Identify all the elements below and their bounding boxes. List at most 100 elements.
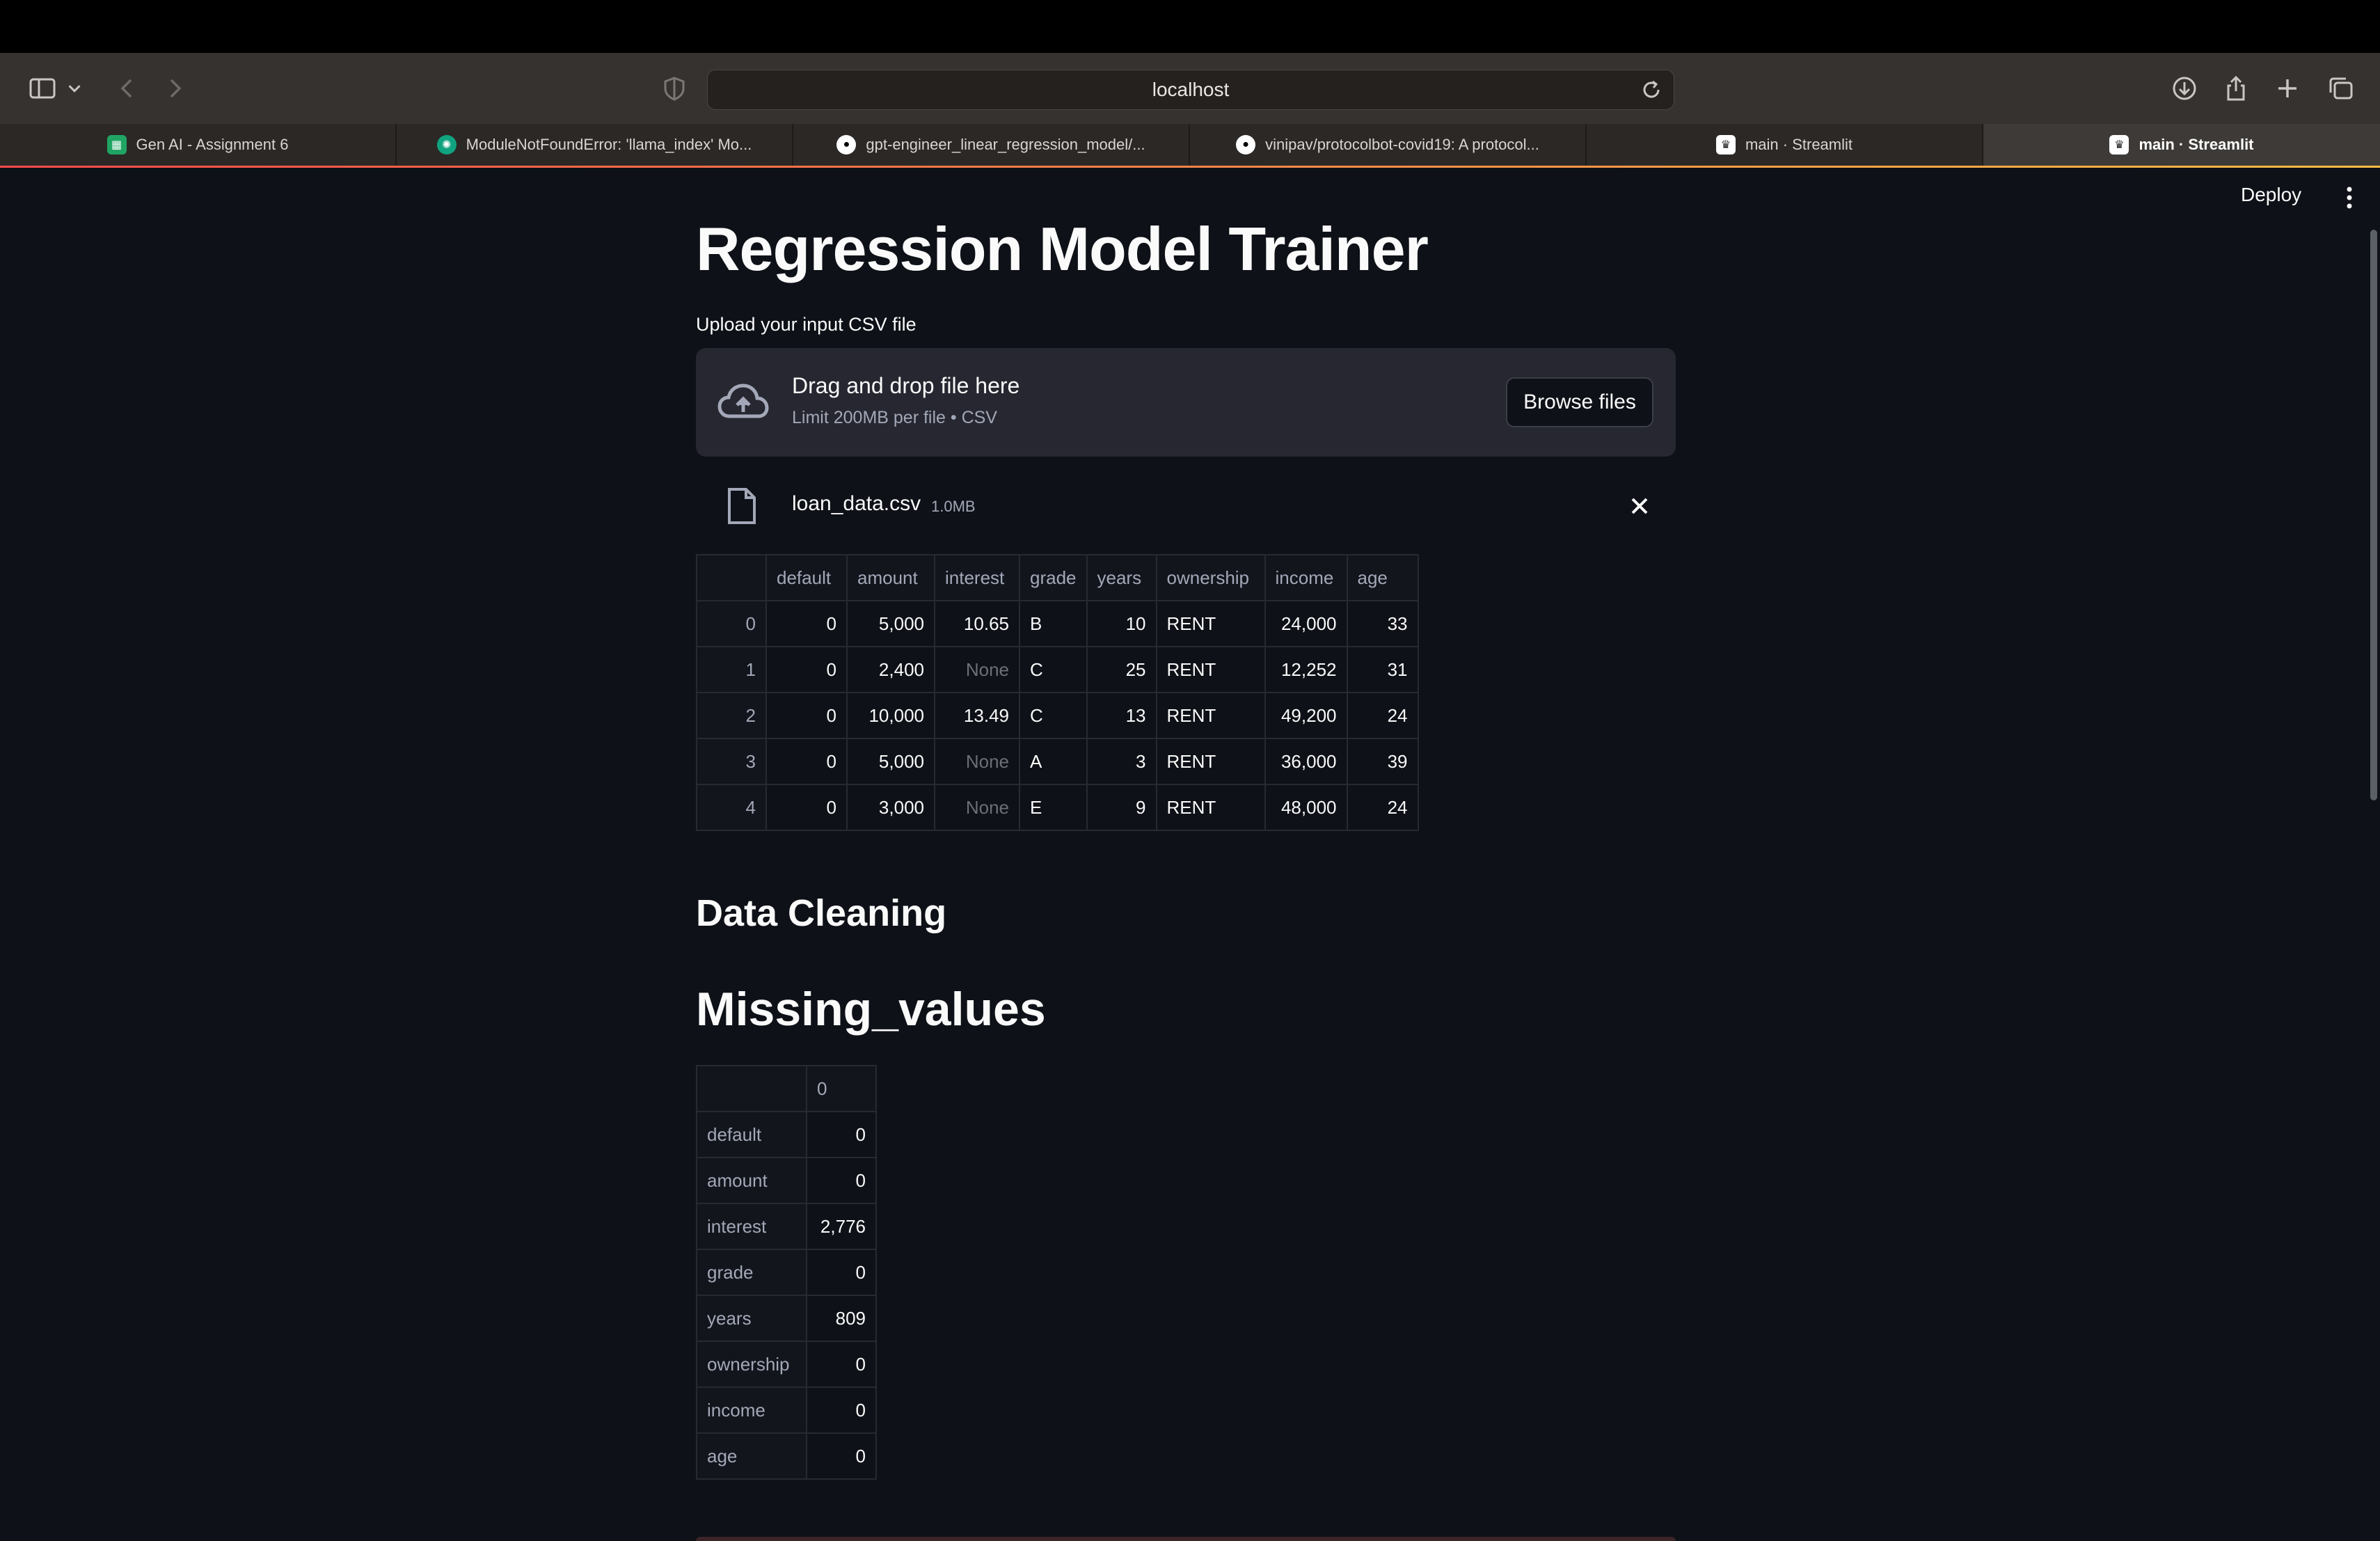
table-cell[interactable]: 36,000 bbox=[1264, 738, 1348, 785]
table-cell[interactable]: 24,000 bbox=[1264, 600, 1348, 647]
table-cell[interactable]: 2,400 bbox=[846, 646, 935, 693]
table-cell[interactable]: 0 bbox=[806, 1111, 877, 1158]
forward-icon[interactable] bbox=[159, 72, 191, 104]
column-header[interactable] bbox=[696, 1065, 807, 1112]
back-icon[interactable] bbox=[111, 72, 143, 104]
row-index[interactable]: income bbox=[696, 1386, 807, 1434]
table-cell[interactable]: 3,000 bbox=[846, 784, 935, 831]
table-cell[interactable]: 10.65 bbox=[934, 600, 1020, 647]
table-cell[interactable]: A bbox=[1019, 738, 1088, 785]
browse-files-button[interactable]: Browse files bbox=[1506, 377, 1653, 427]
column-header[interactable]: 0 bbox=[806, 1065, 877, 1112]
column-header[interactable]: income bbox=[1264, 554, 1348, 601]
table-cell[interactable]: C bbox=[1019, 692, 1088, 739]
address-bar[interactable]: localhost bbox=[707, 70, 1674, 110]
column-header[interactable]: ownership bbox=[1155, 554, 1266, 601]
row-index[interactable]: 0 bbox=[696, 600, 767, 647]
row-index[interactable]: years bbox=[696, 1295, 807, 1342]
table-cell[interactable]: 5,000 bbox=[846, 600, 935, 647]
browser-tab[interactable]: ✺ ModuleNotFoundError: 'llama_index' Mo.… bbox=[397, 124, 793, 166]
table-cell[interactable]: RENT bbox=[1155, 692, 1266, 739]
row-index[interactable]: grade bbox=[696, 1249, 807, 1296]
table-cell[interactable]: RENT bbox=[1155, 784, 1266, 831]
browser-tab[interactable]: ▦ Gen AI - Assignment 6 bbox=[0, 124, 397, 166]
section-heading-missing-values: Missing_values bbox=[696, 983, 1046, 1036]
table-cell[interactable]: 39 bbox=[1346, 738, 1419, 785]
table-cell[interactable]: 13 bbox=[1086, 692, 1157, 739]
row-index[interactable]: 3 bbox=[696, 738, 767, 785]
new-tab-icon[interactable] bbox=[2271, 72, 2303, 104]
table-cell[interactable]: 0 bbox=[806, 1386, 877, 1434]
table-cell[interactable]: E bbox=[1019, 784, 1088, 831]
column-header[interactable]: grade bbox=[1019, 554, 1088, 601]
table-cell[interactable]: 24 bbox=[1346, 692, 1419, 739]
row-index[interactable]: amount bbox=[696, 1157, 807, 1204]
deploy-button[interactable]: Deploy bbox=[2241, 184, 2301, 206]
privacy-shield-icon[interactable] bbox=[658, 72, 690, 104]
table-cell[interactable]: C bbox=[1019, 646, 1088, 693]
column-header[interactable]: interest bbox=[934, 554, 1020, 601]
row-index[interactable]: 1 bbox=[696, 646, 767, 693]
table-cell[interactable]: 809 bbox=[806, 1295, 877, 1342]
row-index[interactable]: ownership bbox=[696, 1341, 807, 1388]
table-cell[interactable]: 0 bbox=[765, 784, 848, 831]
table-cell[interactable]: RENT bbox=[1155, 738, 1266, 785]
main-menu-icon[interactable] bbox=[2341, 185, 2358, 210]
row-index[interactable]: age bbox=[696, 1432, 807, 1480]
chevron-down-icon[interactable] bbox=[64, 72, 85, 104]
table-cell[interactable]: 2,776 bbox=[806, 1203, 877, 1250]
page-scrollbar[interactable] bbox=[2370, 230, 2377, 800]
row-index[interactable]: default bbox=[696, 1111, 807, 1158]
browser-tab[interactable]: ● vinipav/protocolbot-covid19: A protoco… bbox=[1190, 124, 1587, 166]
tab-label: main · Streamlit bbox=[2139, 136, 2254, 153]
table-cell[interactable]: 49,200 bbox=[1264, 692, 1348, 739]
table-cell[interactable]: 9 bbox=[1086, 784, 1157, 831]
browser-tab[interactable]: ♛ main · Streamlit bbox=[1587, 124, 1983, 166]
table-cell[interactable]: 0 bbox=[765, 600, 848, 647]
table-cell[interactable]: RENT bbox=[1155, 600, 1266, 647]
column-header[interactable]: default bbox=[765, 554, 848, 601]
share-icon[interactable] bbox=[2220, 72, 2252, 104]
table-cell[interactable]: 25 bbox=[1086, 646, 1157, 693]
reload-icon[interactable] bbox=[1637, 76, 1665, 104]
url-text: localhost bbox=[1152, 79, 1230, 100]
table-cell[interactable]: 13.49 bbox=[934, 692, 1020, 739]
row-index[interactable]: 4 bbox=[696, 784, 767, 831]
row-index[interactable]: 2 bbox=[696, 692, 767, 739]
column-header[interactable] bbox=[696, 554, 767, 601]
file-dropzone[interactable]: Drag and drop file here Limit 200MB per … bbox=[696, 348, 1676, 457]
browser-tab[interactable]: ● gpt-engineer_linear_regression_model/.… bbox=[793, 124, 1190, 166]
table-cell[interactable]: None bbox=[934, 738, 1020, 785]
table-cell[interactable]: B bbox=[1019, 600, 1088, 647]
table-cell[interactable]: RENT bbox=[1155, 646, 1266, 693]
table-cell[interactable]: 0 bbox=[765, 646, 848, 693]
table-cell[interactable]: 48,000 bbox=[1264, 784, 1348, 831]
table-cell[interactable]: 0 bbox=[806, 1157, 877, 1204]
table-cell[interactable]: 0 bbox=[806, 1432, 877, 1480]
column-header[interactable]: age bbox=[1346, 554, 1419, 601]
column-header[interactable]: years bbox=[1086, 554, 1157, 601]
missing-values-table[interactable]: 0 default 0 amount 0 interest 2,776 grad… bbox=[696, 1065, 877, 1480]
table-cell[interactable]: 31 bbox=[1346, 646, 1419, 693]
table-cell[interactable]: 24 bbox=[1346, 784, 1419, 831]
table-cell[interactable]: 0 bbox=[765, 738, 848, 785]
tab-overview-icon[interactable] bbox=[2324, 72, 2356, 104]
data-preview-table[interactable]: default amount interest grade years owne… bbox=[696, 554, 1419, 831]
table-cell[interactable]: 0 bbox=[806, 1249, 877, 1296]
column-header[interactable]: amount bbox=[846, 554, 935, 601]
table-cell[interactable]: 10,000 bbox=[846, 692, 935, 739]
table-cell[interactable]: None bbox=[934, 784, 1020, 831]
table-cell[interactable]: 3 bbox=[1086, 738, 1157, 785]
downloads-icon[interactable] bbox=[2168, 72, 2200, 104]
browser-tab-active[interactable]: ♛ main · Streamlit bbox=[1983, 124, 2380, 166]
table-cell[interactable]: 10 bbox=[1086, 600, 1157, 647]
sidebar-toggle-icon[interactable] bbox=[26, 72, 58, 104]
table-cell[interactable]: 5,000 bbox=[846, 738, 935, 785]
table-cell[interactable]: None bbox=[934, 646, 1020, 693]
table-cell[interactable]: 0 bbox=[806, 1341, 877, 1388]
table-cell[interactable]: 12,252 bbox=[1264, 646, 1348, 693]
table-cell[interactable]: 0 bbox=[765, 692, 848, 739]
remove-file-icon[interactable] bbox=[1627, 493, 1652, 519]
row-index[interactable]: interest bbox=[696, 1203, 807, 1250]
table-cell[interactable]: 33 bbox=[1346, 600, 1419, 647]
